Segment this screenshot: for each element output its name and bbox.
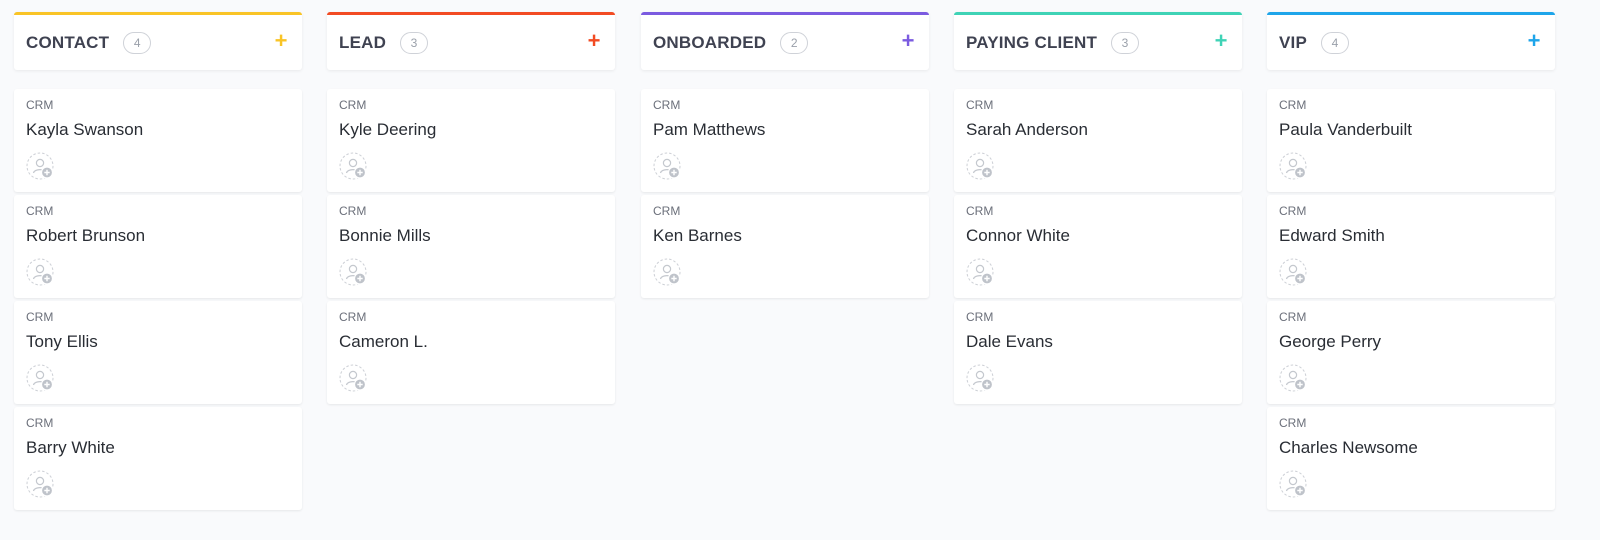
card-tag: CRM	[966, 204, 994, 218]
card[interactable]: CRM Paula Vanderbuilt	[1267, 89, 1555, 192]
card[interactable]: CRM Kayla Swanson	[14, 89, 302, 192]
add-assignee-icon[interactable]	[26, 364, 54, 392]
column-count-badge: 4	[123, 32, 152, 54]
card[interactable]: CRM Ken Barnes	[641, 195, 929, 298]
card[interactable]: CRM George Perry	[1267, 301, 1555, 404]
card[interactable]: CRM Barry White	[14, 407, 302, 510]
board: CONTACT 4 + CRM Kayla Swanson CRM Robert…	[0, 0, 1600, 540]
card-name: Kyle Deering	[339, 120, 437, 139]
card-tag: CRM	[26, 416, 54, 430]
card-name: George Perry	[1279, 332, 1382, 351]
add-assignee-icon[interactable]	[1279, 258, 1307, 286]
card-name: Edward Smith	[1279, 226, 1385, 245]
add-assignee-icon[interactable]	[339, 364, 367, 392]
column-title: LEAD	[339, 33, 387, 52]
card-tag: CRM	[966, 98, 994, 112]
card-name: Pam Matthews	[653, 120, 766, 139]
card-list: CRM Kyle Deering CRM Bonnie Mills CRM Ca…	[327, 89, 615, 407]
card-list: CRM Sarah Anderson CRM Connor White CRM …	[954, 89, 1242, 407]
card-name: Barry White	[26, 438, 115, 457]
add-assignee-icon[interactable]	[26, 258, 54, 286]
column-onboarded: ONBOARDED 2 + CRM Pam Matthews CRM Ken B…	[641, 12, 929, 298]
card-tag: CRM	[339, 204, 367, 218]
card-tag: CRM	[26, 98, 54, 112]
card[interactable]: CRM Tony Ellis	[14, 301, 302, 404]
card-tag: CRM	[1279, 416, 1307, 430]
add-assignee-icon[interactable]	[1279, 364, 1307, 392]
card-tag: CRM	[653, 204, 681, 218]
card-name: Robert Brunson	[26, 226, 146, 245]
column-vip: VIP 4 + CRM Paula Vanderbuilt CRM Edward…	[1267, 12, 1555, 510]
column-paying-client: PAYING CLIENT 3 + CRM Sarah Anderson CRM…	[954, 12, 1242, 404]
column-count-badge: 2	[780, 32, 809, 54]
add-card-plus-icon[interactable]: +	[1525, 30, 1543, 52]
card-list: CRM Kayla Swanson CRM Robert Brunson CRM…	[14, 89, 302, 513]
card[interactable]: CRM Dale Evans	[954, 301, 1242, 404]
column-header: ONBOARDED 2 +	[641, 12, 929, 70]
card-tag: CRM	[26, 204, 54, 218]
card-name: Sarah Anderson	[966, 120, 1088, 139]
card[interactable]: CRM Cameron L.	[327, 301, 615, 404]
card-tag: CRM	[653, 98, 681, 112]
column-title: CONTACT	[26, 33, 110, 52]
card[interactable]: CRM Charles Newsome	[1267, 407, 1555, 510]
card-name: Connor White	[966, 226, 1070, 245]
add-assignee-icon[interactable]	[653, 258, 681, 286]
card[interactable]: CRM Pam Matthews	[641, 89, 929, 192]
column-header: PAYING CLIENT 3 +	[954, 12, 1242, 70]
add-assignee-icon[interactable]	[1279, 470, 1307, 498]
column-header: LEAD 3 +	[327, 12, 615, 70]
column-header: VIP 4 +	[1267, 12, 1555, 70]
column-title: VIP	[1279, 33, 1308, 52]
card-tag: CRM	[966, 310, 994, 324]
add-assignee-icon[interactable]	[26, 470, 54, 498]
card[interactable]: CRM Kyle Deering	[327, 89, 615, 192]
card[interactable]: CRM Edward Smith	[1267, 195, 1555, 298]
add-card-plus-icon[interactable]: +	[1212, 30, 1230, 52]
add-assignee-icon[interactable]	[339, 258, 367, 286]
card-list: CRM Paula Vanderbuilt CRM Edward Smith C…	[1267, 89, 1555, 513]
column-title: PAYING CLIENT	[966, 33, 1098, 52]
column-count-badge: 3	[400, 32, 429, 54]
card-name: Charles Newsome	[1279, 438, 1418, 457]
add-assignee-icon[interactable]	[26, 152, 54, 180]
add-assignee-icon[interactable]	[653, 152, 681, 180]
card-tag: CRM	[1279, 310, 1307, 324]
add-assignee-icon[interactable]	[966, 258, 994, 286]
column-header: CONTACT 4 +	[14, 12, 302, 70]
card[interactable]: CRM Robert Brunson	[14, 195, 302, 298]
column-title: ONBOARDED	[653, 33, 767, 52]
card-tag: CRM	[26, 310, 54, 324]
add-card-plus-icon[interactable]: +	[585, 30, 603, 52]
add-assignee-icon[interactable]	[1279, 152, 1307, 180]
card-name: Kayla Swanson	[26, 120, 144, 139]
card-name: Dale Evans	[966, 332, 1053, 351]
card-tag: CRM	[1279, 204, 1307, 218]
add-assignee-icon[interactable]	[966, 152, 994, 180]
column-count-badge: 3	[1111, 32, 1140, 54]
card[interactable]: CRM Sarah Anderson	[954, 89, 1242, 192]
add-card-plus-icon[interactable]: +	[899, 30, 917, 52]
add-assignee-icon[interactable]	[966, 364, 994, 392]
column-contact: CONTACT 4 + CRM Kayla Swanson CRM Robert…	[14, 12, 302, 510]
card-tag: CRM	[1279, 98, 1307, 112]
column-lead: LEAD 3 + CRM Kyle Deering CRM Bonnie Mil…	[327, 12, 615, 404]
column-count-badge: 4	[1321, 32, 1350, 54]
card-name: Ken Barnes	[653, 226, 742, 245]
card-name: Cameron L.	[339, 332, 428, 351]
card-name: Bonnie Mills	[339, 226, 431, 245]
card[interactable]: CRM Bonnie Mills	[327, 195, 615, 298]
card[interactable]: CRM Connor White	[954, 195, 1242, 298]
add-card-plus-icon[interactable]: +	[272, 30, 290, 52]
card-tag: CRM	[339, 98, 367, 112]
card-name: Tony Ellis	[26, 332, 98, 351]
card-name: Paula Vanderbuilt	[1279, 120, 1412, 139]
add-assignee-icon[interactable]	[339, 152, 367, 180]
card-tag: CRM	[339, 310, 367, 324]
card-list: CRM Pam Matthews CRM Ken Barnes	[641, 89, 929, 301]
